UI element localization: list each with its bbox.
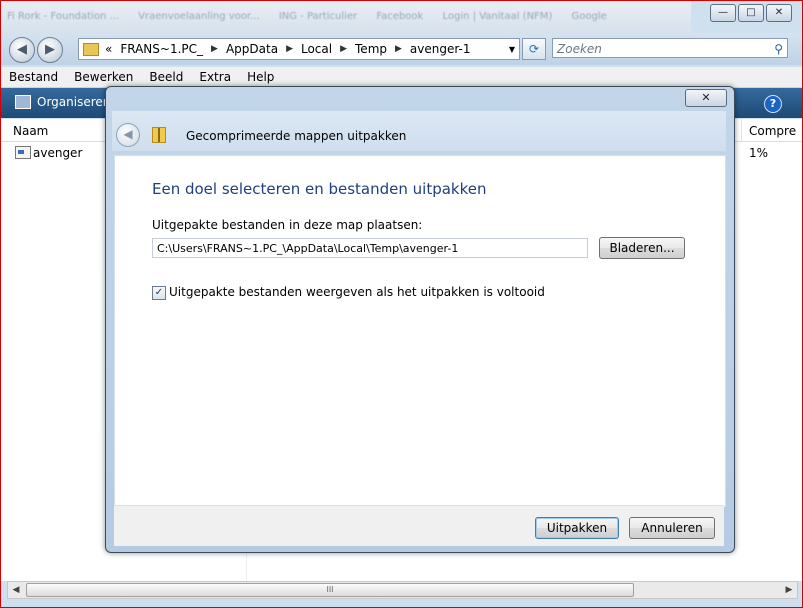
breadcrumb-separator-icon[interactable]: ▶	[211, 44, 218, 54]
maximize-button[interactable]: □	[738, 4, 764, 22]
menu-item-bestand[interactable]: Bestand	[1, 67, 66, 87]
dialog-body: Een doel selecteren en bestanden uitpakk…	[114, 155, 726, 507]
background-tab-strip: Fi Rork - Foundation ... Vraenvoelaanlin…	[1, 1, 691, 33]
show-files-label[interactable]: Uitgepakte bestanden weergeven als het u…	[169, 285, 545, 299]
scrollbar-thumb[interactable]: III	[26, 583, 634, 597]
status-bar	[1, 599, 802, 607]
scroll-left-icon[interactable]: ◀	[8, 582, 24, 598]
background-tab[interactable]: Fi Rork - Foundation ...	[1, 1, 129, 22]
breadcrumb-item[interactable]: AppData	[226, 42, 278, 56]
dialog-header: ◀ Gecomprimeerde mappen uitpakken	[112, 111, 726, 151]
search-placeholder: Zoeken	[557, 42, 602, 56]
chevron-down-icon[interactable]: ▼	[505, 45, 519, 54]
column-header-compression[interactable]: Compre	[749, 124, 796, 138]
scroll-right-icon[interactable]: ▶	[781, 582, 797, 598]
folder-icon	[83, 42, 99, 56]
breadcrumb-item[interactable]: Local	[301, 42, 332, 56]
destination-path-input[interactable]: C:\Users\FRANS~1.PC_\AppData\Local\Temp\…	[152, 238, 588, 258]
horizontal-scrollbar[interactable]: ◀ III ▶	[7, 581, 798, 599]
background-tab[interactable]: ING - Particulier	[273, 1, 367, 22]
file-compression: 1%	[749, 146, 769, 160]
breadcrumb-item[interactable]: Temp	[355, 42, 387, 56]
background-tab[interactable]: Login | Vanitaal (NFM)	[437, 1, 563, 22]
help-icon[interactable]: ?	[764, 95, 782, 113]
window-controls: — □ ✕	[710, 4, 792, 22]
dialog-instruction: Een doel selecteren en bestanden uitpakk…	[152, 180, 487, 198]
breadcrumb-prefix[interactable]: «	[105, 42, 112, 56]
zip-folder-icon	[152, 127, 166, 143]
address-row: ◀ ▶ « FRANS~1.PC_ ▶ AppData ▶ Local ▶ Te…	[1, 33, 802, 65]
breadcrumb-separator-icon[interactable]: ▶	[340, 44, 347, 54]
forward-arrow-icon[interactable]: ▶	[37, 37, 63, 63]
organise-button[interactable]: Organiseren	[15, 95, 110, 109]
background-tab[interactable]: Google	[566, 1, 617, 22]
menu-item-beeld[interactable]: Beeld	[141, 67, 191, 87]
column-header-name[interactable]: Naam	[13, 124, 48, 138]
column-divider[interactable]	[741, 119, 742, 141]
minimize-button[interactable]: —	[710, 4, 736, 22]
application-icon	[15, 146, 31, 159]
cancel-button[interactable]: Annuleren	[629, 517, 715, 539]
dialog-footer: Uitpakken Annuleren	[114, 505, 724, 546]
organise-label: Organiseren	[37, 95, 111, 109]
menu-bar: Bestand Bewerken Beeld Extra Help	[1, 67, 802, 88]
extract-button[interactable]: Uitpakken	[535, 517, 619, 539]
breadcrumb-item[interactable]: FRANS~1.PC_	[120, 42, 203, 56]
back-arrow-icon[interactable]: ◀	[9, 37, 35, 63]
show-files-checkbox[interactable]: ✓	[152, 286, 166, 300]
search-icon[interactable]: ⚲	[774, 39, 783, 59]
refresh-icon[interactable]: ⟳	[522, 38, 546, 60]
breadcrumb-item[interactable]: avenger-1	[410, 42, 471, 56]
breadcrumb-separator-icon[interactable]: ▶	[395, 44, 402, 54]
search-input[interactable]: Zoeken ⚲	[552, 38, 788, 58]
menu-item-bewerken[interactable]: Bewerken	[66, 67, 141, 87]
menu-item-extra[interactable]: Extra	[191, 67, 239, 87]
dialog-close-button[interactable]: ✕	[685, 89, 727, 107]
background-tab[interactable]: Vraenvoelaanling voor...	[132, 1, 269, 22]
extract-dialog: ✕ ◀ Gecomprimeerde mappen uitpakken Een …	[105, 86, 735, 553]
breadcrumb-separator-icon[interactable]: ▶	[286, 44, 293, 54]
close-window-button[interactable]: ✕	[766, 4, 792, 22]
browse-button[interactable]: Bladeren...	[599, 237, 685, 259]
menu-item-help[interactable]: Help	[239, 67, 282, 87]
organise-icon	[15, 95, 31, 109]
background-tab[interactable]: Facebook	[370, 1, 433, 22]
address-bar[interactable]: « FRANS~1.PC_ ▶ AppData ▶ Local ▶ Temp ▶…	[78, 38, 520, 60]
destination-label: Uitgepakte bestanden in deze map plaatse…	[152, 218, 423, 232]
file-name: avenger	[33, 146, 83, 160]
back-arrow-icon[interactable]: ◀	[116, 123, 140, 147]
dialog-title: Gecomprimeerde mappen uitpakken	[186, 129, 407, 143]
